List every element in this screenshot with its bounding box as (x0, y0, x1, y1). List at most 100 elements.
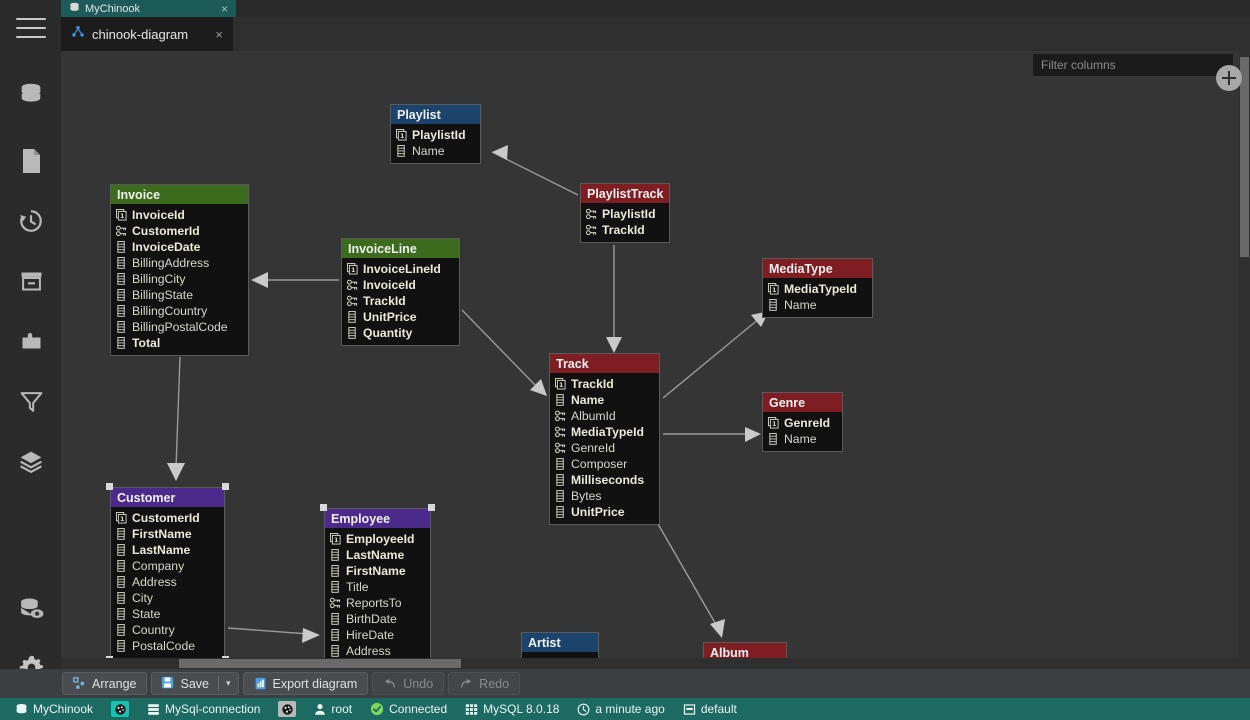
er-column[interactable]: PlaylistId (586, 206, 664, 222)
er-column[interactable]: InvoiceDate (116, 239, 243, 255)
er-column[interactable]: Company (116, 558, 219, 574)
connection-name[interactable]: MyChinook (6, 698, 102, 720)
er-column[interactable]: Name (768, 297, 867, 313)
archive-box-icon[interactable] (13, 263, 49, 299)
export-diagram-button[interactable]: Export diagram (242, 672, 369, 695)
tab-chinook-diagram[interactable]: chinook-diagram × (61, 17, 233, 51)
er-table-header[interactable]: MediaType (763, 259, 872, 278)
er-column[interactable]: 1 EmployeeId (330, 531, 425, 547)
history-icon[interactable] (13, 203, 49, 239)
database-eye-icon[interactable] (13, 590, 49, 626)
save-button[interactable]: Save (152, 673, 217, 694)
er-column[interactable]: 1 InvoiceId (116, 207, 243, 223)
er-column[interactable]: FirstName (330, 563, 425, 579)
er-column[interactable]: MediaTypeId (555, 424, 654, 440)
er-column[interactable]: Name (555, 392, 654, 408)
er-table-invoice[interactable]: Invoice 1 InvoiceId CustomerId InvoiceDate Bi… (110, 184, 249, 356)
selection-handle[interactable] (106, 483, 113, 490)
arrange-button[interactable]: Arrange (62, 672, 148, 695)
er-column[interactable]: 1 InvoiceLineId (347, 261, 454, 277)
puzzle-icon[interactable] (13, 323, 49, 359)
close-icon[interactable]: × (207, 3, 228, 15)
er-table-header[interactable]: Genre (763, 393, 842, 412)
er-table-header[interactable]: Customer (111, 488, 224, 507)
er-column[interactable]: Address (116, 574, 219, 590)
er-column[interactable]: CustomerId (116, 223, 243, 239)
er-column[interactable]: TrackId (347, 293, 454, 309)
er-table-header[interactable]: Invoice (111, 185, 248, 204)
save-dropdown-caret[interactable]: ▾ (219, 673, 238, 694)
er-column[interactable]: PostalCode (116, 638, 219, 654)
filter-columns-input[interactable] (1041, 58, 1225, 72)
er-column[interactable]: Quantity (347, 325, 454, 341)
selection-handle[interactable] (428, 504, 435, 511)
er-table-playlisttrack[interactable]: PlaylistTrack PlaylistId TrackId (580, 183, 670, 243)
er-column[interactable]: AlbumId (555, 408, 654, 424)
er-column[interactable]: UnitPrice (347, 309, 454, 325)
er-table-header[interactable]: Employee (325, 509, 430, 528)
er-column[interactable]: ReportsTo (330, 595, 425, 611)
er-column[interactable]: 1 CustomerId (116, 510, 219, 526)
driver-badge-grey[interactable] (269, 698, 305, 720)
server-version[interactable]: MySQL 8.0.18 (456, 698, 568, 720)
er-column[interactable]: BillingCountry (116, 303, 243, 319)
selection-handle[interactable] (222, 483, 229, 490)
er-column[interactable]: 1 TrackId (555, 376, 654, 392)
diagram-canvas[interactable]: Playlist 1 PlaylistId Name PlaylistTrack Play… (61, 51, 1250, 669)
er-table-mediatype[interactable]: MediaType 1 MediaTypeId Name (762, 258, 873, 318)
er-column[interactable]: Country (116, 622, 219, 638)
add-table-button[interactable] (1216, 65, 1242, 91)
close-icon[interactable]: × (215, 28, 223, 41)
er-column[interactable]: LastName (330, 547, 425, 563)
er-table-header[interactable]: Artist (522, 633, 598, 652)
save-split-button[interactable]: Save ▾ (151, 672, 239, 695)
er-column[interactable]: Address (330, 643, 425, 659)
er-column[interactable]: Name (768, 431, 837, 447)
filter-funnel-icon[interactable] (13, 383, 49, 419)
er-column[interactable]: Name (396, 143, 475, 159)
document-tab-mychinook[interactable]: MyChinook × (61, 0, 236, 17)
er-table-header[interactable]: Playlist (391, 105, 480, 124)
layers-icon[interactable] (13, 443, 49, 479)
er-table-genre[interactable]: Genre 1 GenreId Name (762, 392, 843, 452)
er-table-employee[interactable]: Employee 1 EmployeeId LastName FirstName Titl… (324, 508, 431, 664)
er-column[interactable]: Milliseconds (555, 472, 654, 488)
vertical-scrollbar-thumb[interactable] (1240, 57, 1249, 257)
er-column[interactable]: InvoiceId (347, 277, 454, 293)
er-table-header[interactable]: Track (550, 354, 659, 373)
connection-alias[interactable]: MySql-connection (138, 698, 269, 720)
er-column[interactable]: UnitPrice (555, 504, 654, 520)
er-column[interactable]: BillingAddress (116, 255, 243, 271)
selection-handle[interactable] (320, 504, 327, 511)
driver-badge-teal[interactable] (102, 698, 138, 720)
er-column[interactable]: BirthDate (330, 611, 425, 627)
er-column[interactable]: BillingPostalCode (116, 319, 243, 335)
er-column[interactable]: TrackId (586, 222, 664, 238)
active-schema[interactable]: default (674, 698, 746, 720)
er-column[interactable]: BillingCity (116, 271, 243, 287)
er-column[interactable]: FirstName (116, 526, 219, 542)
er-column[interactable]: BillingState (116, 287, 243, 303)
er-table-customer[interactable]: Customer 1 CustomerId FirstName LastName Comp… (110, 487, 225, 659)
er-table-playlist[interactable]: Playlist 1 PlaylistId Name (390, 104, 481, 164)
redo-button[interactable]: Redo (448, 672, 521, 695)
er-column[interactable]: City (116, 590, 219, 606)
er-column[interactable]: Total (116, 335, 243, 351)
undo-button[interactable]: Undo (372, 672, 445, 695)
hamburger-menu-icon[interactable] (16, 18, 46, 42)
filter-columns-box[interactable] (1033, 54, 1233, 76)
er-table-invoiceline[interactable]: InvoiceLine 1 InvoiceLineId InvoiceId TrackI… (341, 238, 460, 346)
horizontal-scrollbar[interactable] (61, 658, 1250, 669)
er-column[interactable]: 1 PlaylistId (396, 127, 475, 143)
er-column[interactable]: Composer (555, 456, 654, 472)
last-activity[interactable]: a minute ago (568, 698, 673, 720)
er-column[interactable]: HireDate (330, 627, 425, 643)
er-table-header[interactable]: InvoiceLine (342, 239, 459, 258)
er-column[interactable]: 1 GenreId (768, 415, 837, 431)
horizontal-scrollbar-thumb[interactable] (179, 659, 461, 668)
er-column[interactable]: Bytes (555, 488, 654, 504)
er-column[interactable]: State (116, 606, 219, 622)
er-column[interactable]: LastName (116, 542, 219, 558)
connection-state[interactable]: Connected (361, 698, 456, 720)
db-user[interactable]: root (305, 698, 361, 720)
